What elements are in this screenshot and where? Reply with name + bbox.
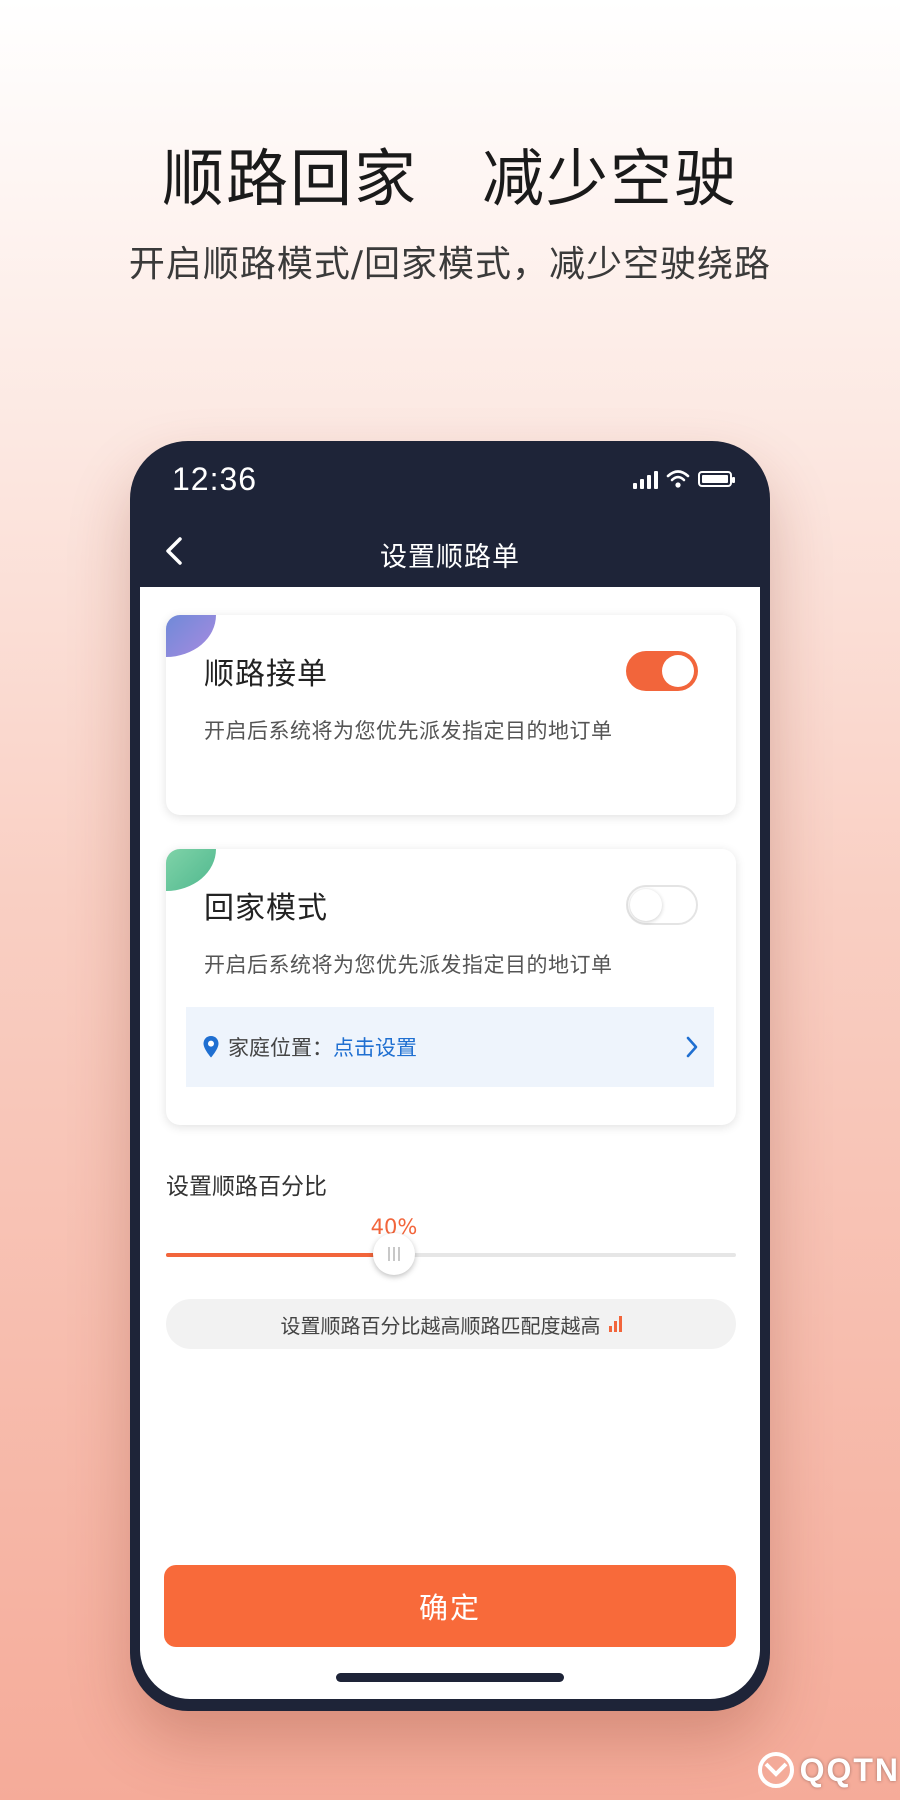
home-mode-title: 回家模式 (204, 891, 328, 926)
hint-text: 设置顺路百分比越高顺路匹配度越高 (280, 1313, 601, 1338)
slider-title: 设置顺路百分比 (166, 1174, 327, 1200)
location-pin-icon (203, 1036, 219, 1058)
home-indicator[interactable] (336, 1673, 564, 1682)
app-screen: 顺路接单 开启后系统将为您优先派发指定目的地订单 回家模式 开启后系统将为您优先… (140, 587, 760, 1699)
home-location-label: 家庭位置： (228, 1036, 333, 1060)
home-location-link[interactable]: 点击设置 (333, 1032, 417, 1062)
home-mode-card: 回家模式 开启后系统将为您优先派发指定目的地订单 家庭位置： 点击设置 (166, 849, 736, 1125)
signal-icon (633, 469, 658, 489)
watermark-logo-icon (757, 1752, 794, 1788)
route-order-description: 开启后系统将为您优先派发指定目的地订单 (204, 719, 613, 743)
promo-headline: 顺路回家 减少空驶 (161, 142, 738, 215)
nav-title: 设置顺路单 (380, 542, 520, 573)
home-mode-description: 开启后系统将为您优先派发指定目的地订单 (204, 953, 613, 977)
signal-bars-icon (608, 1316, 622, 1332)
route-order-toggle[interactable] (626, 651, 698, 691)
status-time: 12:36 (172, 461, 258, 497)
promo-subline: 开启顺路模式/回家模式，减少空驶绕路 (128, 244, 772, 285)
route-percentage-slider[interactable] (166, 1233, 736, 1275)
home-location-row[interactable]: 家庭位置： 点击设置 (186, 1007, 714, 1087)
slider-handle[interactable] (373, 1233, 415, 1275)
home-mode-toggle[interactable] (626, 885, 698, 925)
battery-icon (698, 471, 735, 487)
route-order-card: 顺路接单 开启后系统将为您优先派发指定目的地订单 (166, 615, 736, 815)
watermark-text: QQTN (799, 1751, 900, 1788)
phone-frame: 12:36 设置顺路单 顺路接单 开启后系统将为您优先派发指定目的地订单 回家模… (130, 441, 770, 1711)
route-order-title: 顺路接单 (204, 657, 328, 692)
hint-banner: 设置顺路百分比越高顺路匹配度越高 (166, 1299, 736, 1349)
confirm-button[interactable]: 确定 (164, 1565, 736, 1647)
slider-fill (166, 1253, 394, 1257)
chevron-right-icon (686, 1036, 698, 1058)
wifi-icon (666, 470, 690, 488)
watermark: QQTN (756, 1746, 900, 1794)
status-icons (633, 467, 735, 491)
